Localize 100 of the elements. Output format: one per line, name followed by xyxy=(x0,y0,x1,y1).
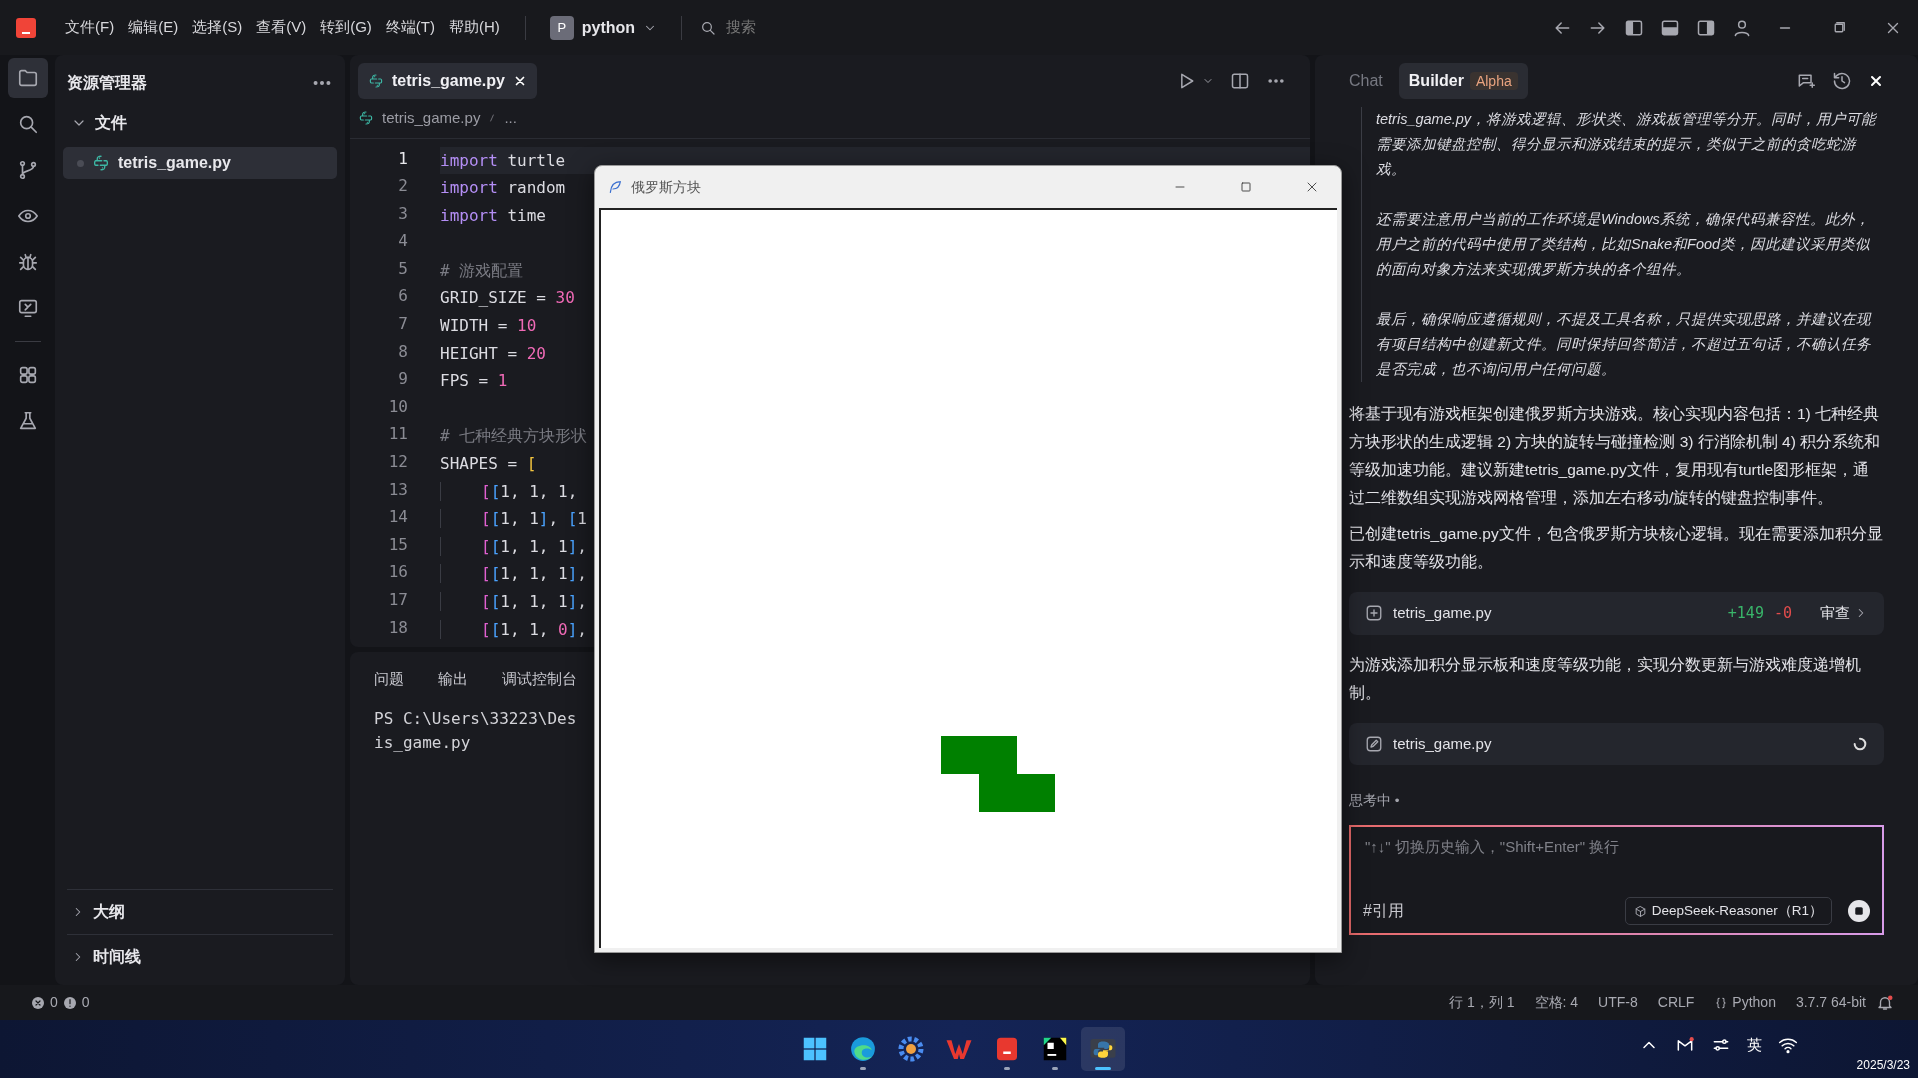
line-number: 7 xyxy=(397,313,408,336)
editor-tab[interactable]: tetris_game.py xyxy=(358,63,537,99)
code-line: [[1, 1, 1], xyxy=(481,536,587,556)
terminal-line: is_game.py xyxy=(374,731,472,754)
assistant-tab[interactable]: Chat xyxy=(1349,63,1399,99)
menu-item[interactable]: 选择(S) xyxy=(185,12,250,43)
problems-indicator[interactable]: 0 0 xyxy=(24,992,100,1013)
code-line: GRID_SIZE = 30 xyxy=(440,288,575,308)
terminal-line: PS C:\Users\33223\Des xyxy=(374,707,578,730)
plus-icon xyxy=(1365,604,1383,623)
browser-icon xyxy=(848,1034,878,1064)
split-icon[interactable] xyxy=(1230,71,1250,91)
python-icon xyxy=(92,154,110,172)
python-icon xyxy=(368,73,384,89)
monitor-icon xyxy=(16,297,39,319)
code-line: # 游戏配置 xyxy=(440,260,524,280)
status-item[interactable]: CRLF xyxy=(1647,992,1705,1013)
line-number: 12 xyxy=(387,451,408,474)
line-number: 13 xyxy=(387,478,408,501)
app-logo xyxy=(16,17,36,38)
history-icon[interactable] xyxy=(1832,71,1852,91)
code-line: # 七种经典方块形状 xyxy=(440,426,588,446)
code-line: SHAPES = [ xyxy=(440,454,537,474)
menu-item[interactable]: 终端(T) xyxy=(378,12,442,43)
reference-button[interactable]: #引用 xyxy=(1363,899,1404,924)
menu-item[interactable]: 编辑(E) xyxy=(121,12,186,43)
file-card[interactable]: tetris_game.py xyxy=(1349,722,1884,765)
stop-button[interactable] xyxy=(1848,900,1870,923)
breadcrumb-item[interactable]: tetris_game.py xyxy=(382,107,481,130)
line-number: 4 xyxy=(397,230,408,253)
code-line: [[1, 1], [1 xyxy=(481,509,587,529)
menu-item[interactable]: 帮助(H) xyxy=(442,12,507,43)
status-text: 思考中 • xyxy=(1349,792,1401,810)
pencil-icon xyxy=(1365,734,1383,753)
cube-icon xyxy=(1633,904,1647,918)
message-text: 已创建tetris_game.py文件，包含俄罗斯方块核心逻辑。现在需要添加积分显示和速度等级功能。 xyxy=(1349,524,1884,572)
window-title: 俄罗斯方块 xyxy=(631,177,702,197)
line-number: 3 xyxy=(397,202,408,225)
panel-tab[interactable]: 问题 xyxy=(374,668,404,691)
status-item[interactable]: UTF-8 xyxy=(1588,992,1648,1013)
feather-icon xyxy=(607,179,623,195)
project-selector[interactable]: P python xyxy=(543,14,664,41)
code-line: WIDTH = 10 xyxy=(440,316,537,336)
menu-item[interactable]: 文件(F) xyxy=(58,12,122,43)
warning-count: 0 xyxy=(81,993,90,1012)
removed-count: -0 xyxy=(1773,603,1792,624)
code-line: import turtle xyxy=(440,150,566,170)
code-line: HEIGHT = 20 xyxy=(440,343,546,363)
tray-date[interactable]: 2025/3/23 xyxy=(1856,1056,1910,1074)
reasoning-text: 还需要注意用户当前的工作环境是Windows系统，确保代码兼容性。此外，用户之前的代码中使用了类结构，比如Snake和Food类，因此建议采用类似的面向对象方法来实现俄罗斯方块的各个组件。 xyxy=(1376,210,1872,279)
warning-icon xyxy=(61,994,78,1011)
close-icon[interactable] xyxy=(1868,73,1884,89)
code-line: [[1, 1, 0], xyxy=(481,619,587,639)
python-icon xyxy=(358,110,374,127)
folder-item[interactable]: 文件 xyxy=(63,107,337,139)
menu-item[interactable]: 转到(G) xyxy=(313,12,379,43)
menu-item[interactable]: 查看(V) xyxy=(249,12,314,43)
gear-icon xyxy=(896,1034,926,1064)
error-icon xyxy=(30,994,46,1011)
panel-title: 资源管理器 xyxy=(67,73,147,93)
search-field[interactable]: 搜索 xyxy=(724,15,925,40)
chat-input[interactable]: "↑↓" 切换历史输入，"Shift+Enter" 换行 #引用 DeepSeek-Reasoner（R1） xyxy=(1349,825,1884,936)
search-icon xyxy=(700,19,717,36)
section-header[interactable]: 大纲 xyxy=(63,892,337,932)
line-number: 2 xyxy=(397,175,408,198)
reasoning-text: 最后，确保响应遵循规则，不提及工具名称，只提供实现思路，并建议在现有项目结构中创建新文件。同时保持回答简洁，不超过五句话，不确认任务是否完成，也不询问用户任何问题。 xyxy=(1376,310,1873,379)
message-text: 将基于现有游戏框架创建俄罗斯方块游戏。核心实现内容包括：1) 七种经典方块形状的生成逻辑 2) 方块的旋转与碰撞检测 3) 行消除机制 4) 积分系统和等级加速功能。建议新建tetris_game.py文件，复用现有turtle图形框架，通过二维数组实现游戏网格管理，添加左右移动/旋转的键盘控制事件。 xyxy=(1349,404,1882,508)
line-number: 18 xyxy=(387,616,408,639)
line-number: 11 xyxy=(387,423,408,446)
taskbar-button[interactable] xyxy=(1081,1027,1125,1071)
status-item[interactable]: 3.7.7 64-bit xyxy=(1785,992,1876,1013)
input-method-indicator[interactable]: 英 xyxy=(1747,1034,1762,1057)
model-selector[interactable]: DeepSeek-Reasoner（R1） xyxy=(1624,897,1832,926)
assistant-tab[interactable]: Builder Alpha xyxy=(1398,63,1528,99)
status-item[interactable]: 空格: 4 xyxy=(1524,992,1589,1013)
line-number: 1 xyxy=(397,147,408,170)
folder-icon xyxy=(16,67,39,89)
panel-tab[interactable]: 调试控制台 xyxy=(502,668,577,691)
dot-icon xyxy=(77,159,84,167)
file-card[interactable]: tetris_game.py +149 -0 审查 xyxy=(1349,592,1884,635)
review-button[interactable]: 审查 xyxy=(1820,602,1868,625)
code-line: [[1, 1, 1, xyxy=(481,481,578,501)
file-item[interactable]: tetris_game.py xyxy=(63,147,337,179)
line-number: 6 xyxy=(397,285,408,308)
line-number: 10 xyxy=(387,395,408,418)
bell-icon[interactable] xyxy=(1876,993,1894,1012)
error-count: 0 xyxy=(50,993,58,1012)
line-number: 8 xyxy=(397,340,408,363)
line-number: 15 xyxy=(387,533,408,556)
code-line: import random xyxy=(440,178,566,198)
activity-button[interactable] xyxy=(7,58,48,98)
new-chat-icon[interactable] xyxy=(1796,71,1816,91)
status-item[interactable]: 行 1，列 1 xyxy=(1439,992,1525,1013)
status-item[interactable]: Python xyxy=(1704,992,1786,1013)
section-header[interactable]: 时间线 xyxy=(63,937,337,977)
panel-tab[interactable]: 输出 xyxy=(438,668,468,691)
reasoning-text: tetris_game.py，将游戏逻辑、形状类、游戏板管理等分开。同时，用户可能需要添加键盘控制、得分显示和游戏结束的提示，类似于之前的贪吃蛇游戏。 xyxy=(1376,110,1878,179)
code-line: [[1, 1, 1], xyxy=(481,592,587,611)
breadcrumb-item[interactable]: ... xyxy=(504,107,517,130)
code-line: import time xyxy=(440,205,546,225)
